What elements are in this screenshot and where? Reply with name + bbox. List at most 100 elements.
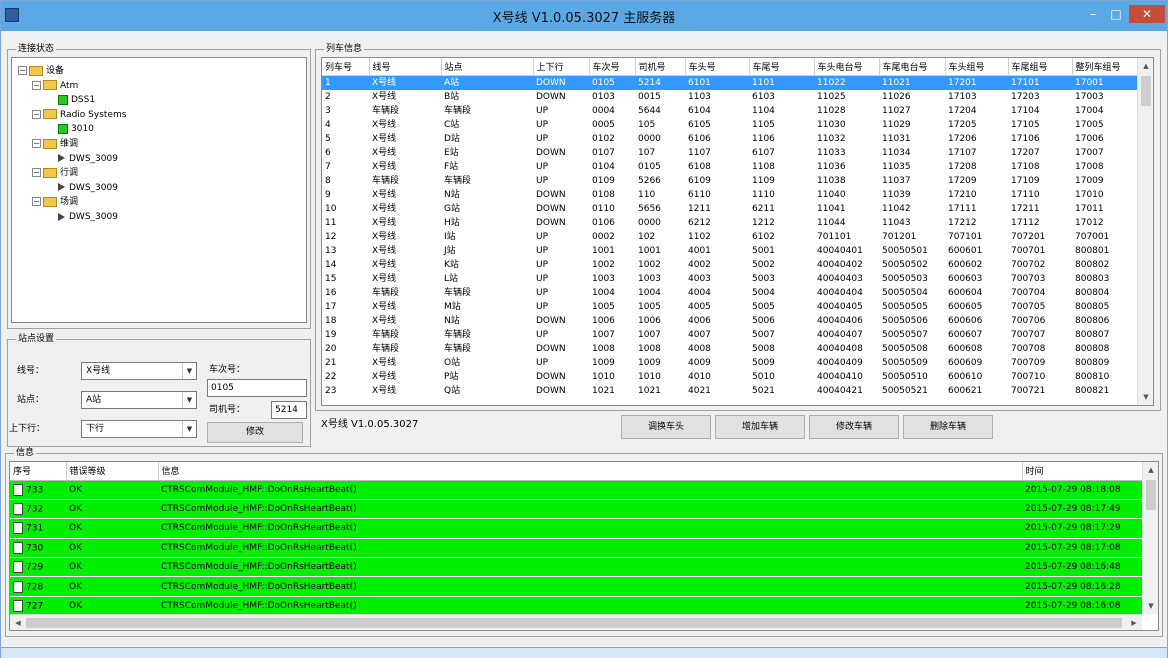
table-row[interactable]: 1 X号线 A站 DOWN 0105 5214 6101 1101 11022 11021 1720… — [322, 75, 1137, 90]
table-row[interactable]: 20 车辆段 车辆段 DOWN 1008 1008 4008 5008 40040408 5005… — [322, 342, 1137, 356]
table-row[interactable]: 23 X号线 Q站 DOWN 1021 1021 4021 5021 40040421 50050… — [322, 384, 1137, 398]
scroll-left-icon[interactable]: ◀ — [10, 615, 26, 630]
modify-station-button[interactable]: 修改 — [207, 422, 303, 443]
collapse-icon[interactable]: − — [32, 139, 41, 148]
table-row[interactable]: 4 X号线 C站 UP 0005 105 6105 1105 11030 11029 17205 17… — [322, 118, 1137, 132]
collapse-icon[interactable]: − — [32, 168, 41, 178]
collapse-icon[interactable]: − — [32, 80, 41, 90]
scroll-up-icon[interactable]: ▲ — [1138, 58, 1153, 74]
table-cell: 50050505 — [882, 301, 928, 312]
delete-vehicle-button[interactable]: 删除车辆 — [903, 415, 993, 439]
scroll-up-icon[interactable]: ▲ — [1143, 462, 1158, 478]
chevron-down-icon[interactable]: ▼ — [182, 392, 196, 408]
tree-node[interactable]: − 场调 — [32, 195, 78, 209]
table-row[interactable]: 10 X号线 G站 DOWN 0110 5656 1211 6211 11041 11042 171… — [322, 202, 1137, 216]
table-row[interactable]: 15 X号线 L站 UP 1003 1003 4003 5003 40040403 5005050… — [322, 272, 1137, 286]
column-header[interactable]: 车次号 — [589, 58, 636, 76]
close-button[interactable]: ✕ — [1129, 5, 1165, 23]
collapse-icon[interactable]: − — [32, 197, 41, 207]
minimize-button[interactable]: – — [1084, 5, 1102, 23]
column-header[interactable]: 车头组号 — [945, 58, 1009, 76]
title-bar[interactable]: X号线 V1.0.05.3027 主服务器 – □ ✕ — [1, 1, 1167, 31]
chevron-down-icon[interactable]: ▼ — [182, 363, 196, 379]
list-item[interactable]: 731 OK CTRSComModule_HMF::DoOnRsHeartBeat(… — [10, 518, 1142, 539]
column-header[interactable]: 上下行 — [533, 58, 590, 76]
list-item[interactable]: 730 OK CTRSComModule_HMF::DoOnRsHeartBeat(… — [10, 538, 1142, 559]
table-row[interactable]: 16 车辆段 车辆段 UP 1004 1004 4004 5004 40040404 500505… — [322, 286, 1137, 300]
scroll-thumb[interactable] — [1146, 480, 1156, 510]
chevron-down-icon[interactable]: ▼ — [182, 421, 196, 437]
column-header[interactable]: 列车号 — [322, 58, 370, 76]
collapse-icon[interactable]: − — [18, 66, 27, 75]
column-header[interactable]: 车尾组号 — [1008, 58, 1073, 76]
column-header[interactable]: 站点 — [441, 58, 534, 76]
driver-number-input[interactable] — [271, 401, 307, 419]
list-item[interactable]: 733 OK CTRSComModule_HMF::DoOnRsHeartBeat(… — [10, 480, 1142, 500]
table-row[interactable]: 2 X号线 B站 DOWN 0103 0015 1103 6103 11025 11026 1710… — [322, 90, 1137, 104]
modify-vehicle-button[interactable]: 修改车辆 — [809, 415, 899, 439]
scroll-thumb[interactable] — [26, 618, 1122, 628]
table-row[interactable]: 3 车辆段 车辆段 UP 0004 5644 6104 1104 11028 11027 17204… — [322, 104, 1137, 118]
cell-text: CTRSComModule_HMF::DoOnRsHeartBeat() — [161, 542, 357, 553]
table-row[interactable]: 19 车辆段 车辆段 UP 1007 1007 4007 5007 40040407 500505… — [322, 328, 1137, 342]
list-item[interactable]: 732 OK CTRSComModule_HMF::DoOnRsHeartBeat(… — [10, 499, 1142, 520]
table-row[interactable]: 12 X号线 I站 UP 0002 102 1102 6102 701101 701201 7071… — [322, 230, 1137, 244]
scroll-down-icon[interactable]: ▼ — [1143, 598, 1158, 614]
column-header[interactable]: 序号 — [10, 462, 67, 481]
list-item[interactable]: 728 OK CTRSComModule_HMF::DoOnRsHeartBeat(… — [10, 576, 1142, 597]
column-header[interactable]: 错误等级 — [66, 462, 159, 481]
tree-node[interactable]: − Radio Systems — [32, 108, 126, 122]
tree-node[interactable]: − Atm — [32, 79, 78, 93]
table-row[interactable]: 9 X号线 N站 DOWN 0108 110 6110 1110 11040 11039 17210… — [322, 188, 1137, 202]
table-row[interactable]: 5 X号线 D站 UP 0102 0000 6106 1106 11032 11031 17206 1… — [322, 132, 1137, 146]
tree-node[interactable]: − 设备 — [18, 64, 64, 78]
column-header[interactable]: 车头电台号 — [814, 58, 880, 76]
table-row[interactable]: 13 X号线 J站 UP 1001 1001 4001 5001 40040401 5005050… — [322, 244, 1137, 258]
table-row[interactable]: 14 X号线 K站 UP 1002 1002 4002 5002 40040402 5005050… — [322, 258, 1137, 272]
train-table-scrollbar[interactable]: ▲ ▼ — [1137, 58, 1153, 405]
station-select[interactable]: A站 ▼ — [81, 391, 197, 409]
tree-node[interactable]: 3010 — [46, 122, 94, 136]
column-header[interactable]: 车尾电台号 — [879, 58, 946, 76]
log-horizontal-scrollbar[interactable]: ◀ ▶ — [10, 614, 1142, 630]
message-log-table[interactable]: 序号 错误等级 信息 时间 733 OK CTRSComModule_HMF::DoOnR… — [9, 461, 1159, 631]
table-row[interactable]: 22 X号线 P站 DOWN 1010 1010 4010 5010 40040410 50050… — [322, 370, 1137, 384]
tree-node[interactable]: DSS1 — [46, 93, 95, 107]
column-header[interactable]: 司机号 — [635, 58, 686, 76]
add-vehicle-button[interactable]: 增加车辆 — [715, 415, 805, 439]
column-header[interactable]: 时间 — [1022, 462, 1143, 481]
scroll-right-icon[interactable]: ▶ — [1126, 615, 1142, 630]
train-number-input[interactable] — [207, 379, 307, 397]
column-header[interactable]: 信息 — [158, 462, 1023, 481]
table-row[interactable]: 18 X号线 N站 DOWN 1006 1006 4006 5006 40040406 50050… — [322, 314, 1137, 328]
tree-node[interactable]: DWS_3009 — [46, 210, 118, 224]
change-head-button[interactable]: 调换车头 — [621, 415, 711, 439]
column-header[interactable]: 车尾号 — [749, 58, 815, 76]
table-row[interactable]: 21 X号线 O站 UP 1009 1009 4009 5009 40040409 5005050… — [322, 356, 1137, 370]
table-row[interactable]: 6 X号线 E站 DOWN 0107 107 1107 6107 11033 11034 17107… — [322, 146, 1137, 160]
table-row[interactable]: 17 X号线 M站 UP 1005 1005 4005 5005 40040405 5005050… — [322, 300, 1137, 314]
scroll-down-icon[interactable]: ▼ — [1138, 389, 1153, 405]
list-item[interactable]: 729 OK CTRSComModule_HMF::DoOnRsHeartBeat(… — [10, 557, 1142, 578]
scroll-thumb[interactable] — [1141, 76, 1151, 106]
line-select[interactable]: X号线 ▼ — [81, 362, 197, 380]
direction-select[interactable]: 下行 ▼ — [81, 420, 197, 438]
list-item[interactable]: 727 OK CTRSComModule_HMF::DoOnRsHeartBeat(… — [10, 596, 1142, 617]
table-cell: DOWN — [536, 315, 566, 326]
maximize-button[interactable]: □ — [1107, 5, 1125, 23]
column-header[interactable]: 线号 — [369, 58, 442, 76]
device-tree[interactable]: − 设备 − Atm DSS1− Radio Systems 3010− 维调 DWS_3009… — [11, 57, 307, 323]
tree-node[interactable]: DWS_3009 — [46, 152, 118, 166]
table-row[interactable]: 7 X号线 F站 UP 0104 0105 6108 1108 11036 11035 17208 1… — [322, 160, 1137, 174]
log-vertical-scrollbar[interactable]: ▲ ▼ — [1142, 462, 1158, 614]
collapse-icon[interactable]: − — [32, 109, 41, 119]
tree-node[interactable]: − 行调 — [32, 166, 78, 180]
train-table[interactable]: 列车号 线号 站点 上下行 车次号 司机号 车头号 车尾号 车头电台号 车尾电台号 车头组号 车尾组号… — [321, 57, 1154, 406]
column-header[interactable]: 车头号 — [685, 58, 750, 76]
tree-node[interactable]: DWS_3009 — [46, 181, 118, 195]
table-row[interactable]: 8 车辆段 车辆段 UP 0109 5266 6109 1109 11038 11037 17209… — [322, 174, 1137, 188]
table-row[interactable]: 11 X号线 H站 DOWN 0106 0000 6212 1212 11044 11043 172… — [322, 216, 1137, 230]
table-cell: X号线 — [372, 147, 397, 158]
column-header[interactable]: 整列车组号 — [1072, 58, 1138, 76]
tree-node[interactable]: − 维调 — [32, 137, 78, 151]
